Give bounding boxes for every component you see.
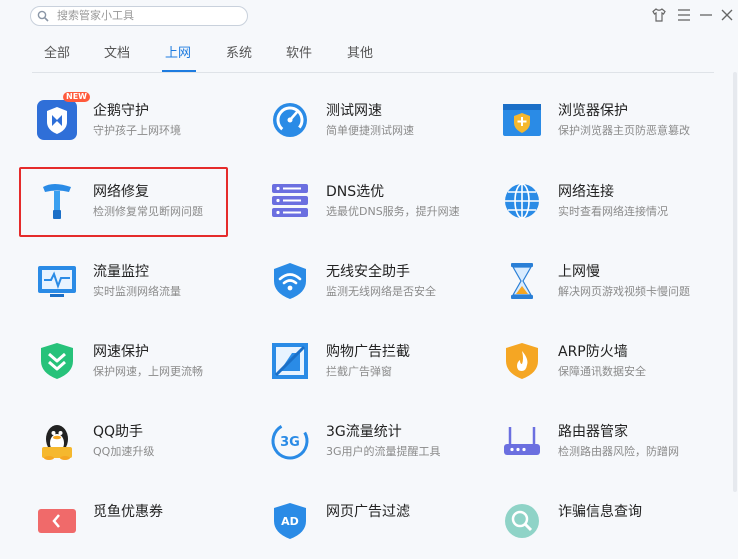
tool-browser-protect[interactable]: 浏览器保护 保护浏览器主页防恶意篡改 — [502, 100, 722, 158]
3g-icon-text: 3G — [280, 435, 300, 450]
search-box[interactable]: 搜索管家小工具 — [30, 6, 248, 26]
minimize-icon — [700, 14, 712, 16]
tool-title: 网速保护 — [93, 344, 149, 360]
3g-icon: 3G — [271, 422, 309, 460]
tab-system[interactable]: 系统 — [226, 46, 252, 62]
server-icon — [272, 184, 308, 217]
tool-3g-traffic[interactable]: 3G 3G流量统计 3G用户的流量提醒工具 — [270, 421, 490, 479]
tool-description: 守护孩子上网环境 — [93, 124, 181, 137]
globe-icon — [505, 183, 539, 219]
tool-description: 保障通讯数据安全 — [558, 365, 646, 378]
tool-title: 企鹅守护 — [93, 103, 149, 119]
penguin-shield-icon — [37, 100, 77, 140]
tool-network-connections[interactable]: 网络连接 实时查看网络连接情况 — [502, 181, 722, 239]
tool-description: QQ加速升级 — [93, 445, 155, 458]
tool-description: 3G用户的流量提醒工具 — [326, 445, 441, 458]
firewall-icon — [506, 343, 538, 379]
speedometer-icon — [273, 103, 307, 137]
tool-description: 解决网页游戏视频卡慢问题 — [558, 285, 690, 298]
tool-coupon[interactable]: 觅鱼优惠券 — [37, 501, 257, 559]
tool-title: 购物广告拦截 — [326, 344, 410, 360]
tool-shopping-ad-block[interactable]: 购物广告拦截 拦截广告弹窗 — [270, 341, 490, 399]
menu-button[interactable] — [675, 6, 693, 24]
new-badge: NEW — [63, 92, 90, 102]
minimize-button[interactable] — [697, 6, 715, 24]
tool-arp-firewall[interactable]: ARP防火墙 保障通讯数据安全 — [502, 341, 722, 399]
router-icon — [504, 427, 540, 455]
ad-icon-text: AD — [281, 515, 299, 528]
tool-description: 保护浏览器主页防恶意篡改 — [558, 124, 690, 137]
tool-title: 诈骗信息查询 — [558, 504, 642, 520]
tool-router-manager[interactable]: 路由器管家 检测路由器风险，防蹭网 — [502, 421, 722, 479]
tab-all[interactable]: 全部 — [44, 46, 70, 62]
tool-web-ad-filter[interactable]: AD 网页广告过滤 — [270, 501, 490, 559]
tool-description: 简单便捷测试网速 — [326, 124, 414, 137]
tab-software[interactable]: 软件 — [286, 46, 312, 62]
qq-penguin-icon — [42, 425, 72, 460]
scrollbar[interactable] — [733, 72, 737, 492]
tool-qq-assistant[interactable]: QQ助手 QQ加速升级 — [37, 421, 257, 479]
tool-description: 选最优DNS服务，提升网速 — [326, 205, 460, 218]
wifi-shield-icon — [274, 263, 306, 299]
tool-fraud-query[interactable]: 诈骗信息查询 — [502, 501, 722, 559]
tool-title: 测试网速 — [326, 103, 382, 119]
tool-title: 路由器管家 — [558, 424, 628, 440]
tool-title: 无线安全助手 — [326, 264, 410, 280]
skin-button[interactable] — [650, 6, 668, 24]
tool-description: 拦截广告弹窗 — [326, 365, 392, 378]
tool-penguin-guard[interactable]: NEW 企鹅守护 守护孩子上网环境 — [37, 92, 257, 158]
menu-icon — [678, 9, 690, 21]
chevron-shield-icon — [41, 343, 73, 379]
hourglass-icon — [511, 263, 533, 299]
tool-title: 网页广告过滤 — [326, 504, 410, 520]
fraud-query-icon — [505, 504, 539, 538]
tool-speed-protect[interactable]: 网速保护 保护网速，上网更流畅 — [37, 341, 257, 399]
monitor-icon — [38, 266, 76, 297]
search-icon — [37, 10, 49, 22]
tool-description: 实时查看网络连接情况 — [558, 205, 668, 218]
coupon-icon — [38, 509, 76, 533]
close-icon — [721, 9, 733, 21]
tool-traffic-monitor[interactable]: 流量监控 实时监测网络流量 — [37, 261, 257, 319]
tool-title: QQ助手 — [93, 424, 144, 440]
search-placeholder: 搜索管家小工具 — [57, 9, 134, 22]
tool-title: 网络连接 — [558, 184, 614, 200]
tool-speed-test[interactable]: 测试网速 简单便捷测试网速 — [270, 100, 490, 158]
tool-description: 监测无线网络是否安全 — [326, 285, 436, 298]
tool-title: 3G流量统计 — [326, 424, 402, 440]
tool-slow-internet[interactable]: 上网慢 解决网页游戏视频卡慢问题 — [502, 261, 722, 319]
tshirt-icon — [652, 8, 666, 22]
ad-filter-icon: AD — [274, 503, 306, 539]
tool-dns-optimize[interactable]: DNS选优 选最优DNS服务，提升网速 — [270, 181, 490, 239]
tool-description: 检测路由器风险，防蹭网 — [558, 445, 679, 458]
tool-title: DNS选优 — [326, 184, 385, 200]
tool-wifi-security[interactable]: 无线安全助手 监测无线网络是否安全 — [270, 261, 490, 319]
tool-description: 实时监测网络流量 — [93, 285, 181, 298]
browser-shield-icon — [503, 104, 541, 136]
tool-title: 流量监控 — [93, 264, 149, 280]
selection-highlight — [19, 167, 228, 237]
tool-title: 浏览器保护 — [558, 103, 628, 119]
tool-title: ARP防火墙 — [558, 344, 628, 360]
tab-documents[interactable]: 文档 — [104, 46, 130, 62]
tool-title: 觅鱼优惠券 — [93, 504, 163, 520]
tool-title: 上网慢 — [558, 264, 600, 280]
tool-description: 保护网速，上网更流畅 — [93, 365, 203, 378]
close-button[interactable] — [718, 6, 736, 24]
tab-other[interactable]: 其他 — [347, 46, 373, 62]
tab-divider — [32, 72, 714, 73]
ad-block-icon — [272, 343, 308, 379]
tab-internet[interactable]: 上网 — [165, 46, 191, 62]
